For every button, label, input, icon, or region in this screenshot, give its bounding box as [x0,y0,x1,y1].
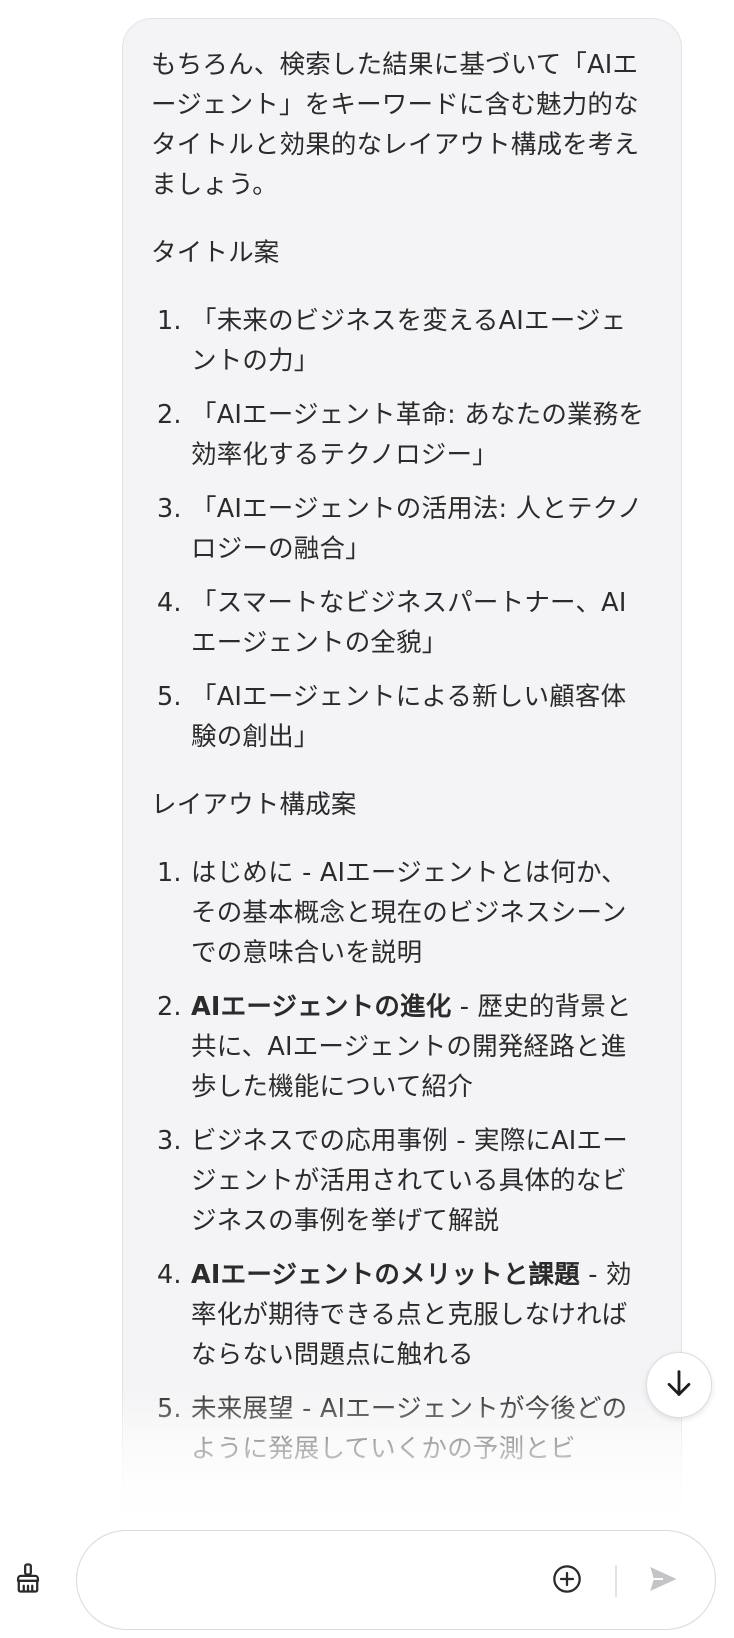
list-item: 4. AIエージェントのメリットと課題 - 効率化が期待できる点と克服しなければな… [151,1255,651,1375]
add-attachment-button[interactable] [547,1561,587,1601]
scroll-to-bottom-button[interactable] [646,1352,712,1418]
brush-icon [11,1561,45,1599]
assistant-message-bubble: もちろん、検索した結果に基づいて「AIエージェント」をキーワードに含む魅力的なタ… [122,18,682,1638]
layout-list: 1. はじめに - AIエージェントとは何か、その基本概念と現在のビジネスシーンで… [151,853,651,1469]
list-number: 2. [157,400,182,430]
list-text: 「AIエージェントによる新しい顧客体験の創出」 [191,682,627,752]
arrow-down-icon [662,1366,696,1404]
list-item: 2. AIエージェントの進化 - 歴史的背景と共に、AIエージェントの開発経路と進… [151,987,651,1107]
list-number: 4. [157,1260,182,1290]
send-button[interactable] [643,1561,683,1601]
list-item-title: AIエージェントのメリットと課題 [191,1260,580,1290]
composer-divider [615,1565,617,1597]
list-number: 1. [157,306,182,336]
clear-chat-button[interactable] [8,1560,48,1600]
titles-list: 1. 「未来のビジネスを変えるAIエージェントの力」 2. 「AIエージェント革命:… [151,301,651,757]
list-item: 3. ビジネスでの応用事例 - 実際にAIエージェントが活用されている具体的なビジ… [151,1121,651,1241]
list-number: 3. [157,1126,182,1156]
message-intro: もちろん、検索した結果に基づいて「AIエージェント」をキーワードに含む魅力的なタ… [151,50,640,200]
message-input[interactable] [107,1557,531,1605]
list-text: 「AIエージェント革命: あなたの業務を効率化するテクノロジー」 [191,400,645,470]
list-item-title: 未来展望 [191,1394,294,1424]
list-item: 3. 「AIエージェントの活用法: 人とテクノロジーの融合」 [151,489,651,569]
list-item: 1. 「未来のビジネスを変えるAIエージェントの力」 [151,301,651,381]
titles-heading: タイトル案 [151,238,280,268]
chat-page: もちろん、検索した結果に基づいて「AIエージェント」をキーワードに含む魅力的なタ… [0,0,734,1638]
list-item: 1. はじめに - AIエージェントとは何か、その基本概念と現在のビジネスシーンで… [151,853,651,973]
list-number: 3. [157,494,182,524]
list-number: 5. [157,682,182,712]
list-item: 5. 「AIエージェントによる新しい顧客体験の創出」 [151,677,651,757]
list-number: 1. [157,858,182,888]
list-item-title: ビジネスでの応用事例 [191,1126,449,1156]
list-item: 4. 「スマートなビジネスパートナー、AIエージェントの全貌」 [151,583,651,663]
list-number: 2. [157,992,182,1022]
plus-circle-icon [551,1563,583,1599]
list-item: 2. 「AIエージェント革命: あなたの業務を効率化するテクノロジー」 [151,395,651,475]
list-item-title: はじめに [191,858,294,888]
layout-heading: レイアウト構成案 [151,790,357,820]
list-item: 5. 未来展望 - AIエージェントが今後どのように発展していくかの予測とビ [151,1389,651,1469]
list-number: 4. [157,588,182,618]
list-text: 「スマートなビジネスパートナー、AIエージェントの全貌」 [191,588,627,658]
message-composer [76,1530,716,1630]
list-item-title: AIエージェントの進化 [191,992,452,1022]
list-text: 「未来のビジネスを変えるAIエージェントの力」 [191,306,627,376]
list-number: 5. [157,1394,182,1424]
send-icon [646,1562,680,1600]
list-text: 「AIエージェントの活用法: 人とテクノロジーの融合」 [191,494,643,564]
